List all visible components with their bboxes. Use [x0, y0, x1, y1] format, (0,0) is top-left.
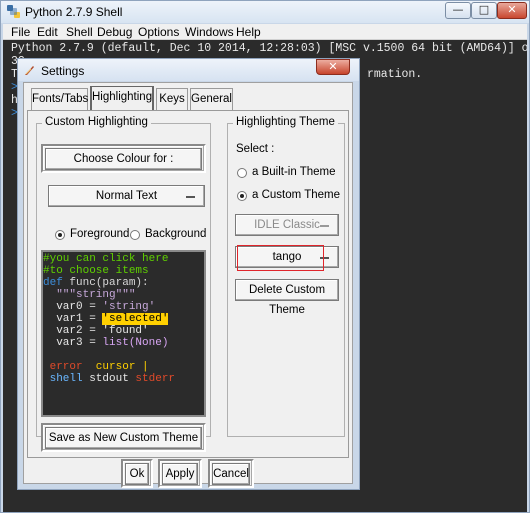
- tab-fonts-tabs[interactable]: Fonts/Tabs: [31, 88, 88, 110]
- dialog-close-button[interactable]: ✕: [316, 59, 350, 75]
- sample-string[interactable]: 'string': [102, 301, 155, 313]
- sample-stderr[interactable]: stderr: [129, 373, 175, 385]
- foreground-label: Foreground: [70, 228, 130, 240]
- cancel-frame: Cancel: [208, 459, 254, 488]
- menu-windows[interactable]: Windows: [185, 25, 234, 39]
- highlighting-panel: Custom Highlighting Choose Colour for : …: [27, 110, 349, 458]
- sample-string[interactable]: """string""": [43, 289, 135, 301]
- console-line: rmation.: [367, 68, 423, 81]
- tab-highlighting[interactable]: Highlighting: [90, 86, 154, 110]
- background-radio[interactable]: [130, 230, 140, 240]
- menu-file[interactable]: File: [11, 25, 30, 39]
- sample-shell[interactable]: shell: [43, 373, 83, 385]
- sample-found[interactable]: 'found': [102, 325, 148, 337]
- apply-button[interactable]: Apply: [162, 463, 198, 485]
- sample-comment[interactable]: #you can click here: [43, 253, 168, 265]
- tab-keys[interactable]: Keys: [156, 88, 188, 110]
- sample-cursor[interactable]: cursor |: [83, 361, 149, 373]
- python-icon: [7, 5, 20, 18]
- sample-normal-text[interactable]: var1 =: [43, 313, 102, 325]
- highlight-sample-text[interactable]: #you can click here #to choose items def…: [41, 250, 206, 417]
- menu-bar: File Edit Shell Debug Options Windows He…: [3, 24, 527, 40]
- sample-stdout[interactable]: stdout: [83, 373, 129, 385]
- menu-options[interactable]: Options: [138, 25, 179, 39]
- sample-def-line: def func(param):: [43, 277, 149, 289]
- custom-theme-radio[interactable]: [237, 191, 247, 201]
- dropdown-arrow-icon: [186, 196, 195, 198]
- menu-shell[interactable]: Shell: [66, 25, 93, 39]
- custom-highlighting-group: Custom Highlighting Choose Colour for : …: [36, 116, 211, 452]
- maximize-button[interactable]: □: [471, 2, 497, 19]
- element-dropdown-value: Normal Text: [95, 190, 158, 202]
- highlighting-theme-label: Highlighting Theme: [233, 116, 338, 128]
- menu-help[interactable]: Help: [236, 25, 261, 39]
- tango-highlight-box: [237, 245, 324, 271]
- settings-dialog: Settings ✕ Fonts/Tabs Highlighting Keys …: [17, 58, 360, 490]
- sample-normal-text[interactable]: var3 =: [43, 337, 102, 349]
- select-label: Select :: [236, 143, 275, 155]
- sample-var3-line: var3 = list(None): [43, 337, 168, 349]
- sample-builtin[interactable]: list: [102, 337, 128, 349]
- builtin-theme-radio[interactable]: [237, 168, 247, 178]
- highlighting-theme-group: Highlighting Theme Select : a Built-in T…: [227, 116, 345, 437]
- background-label: Background: [145, 228, 207, 240]
- shell-title: Python 2.7.9 Shell: [25, 5, 123, 19]
- console-banner: Python 2.7.9 (default, Dec 10 2014, 12:2…: [11, 42, 527, 55]
- sample-var2-line: var2 = 'found': [43, 325, 148, 337]
- builtin-theme-label: a Built-in Theme: [252, 166, 336, 178]
- sample-error[interactable]: error: [43, 361, 83, 373]
- foreground-radio[interactable]: [55, 230, 65, 240]
- builtin-theme-dropdown[interactable]: IDLE Classic: [235, 214, 339, 236]
- element-dropdown[interactable]: Normal Text: [48, 185, 205, 207]
- menu-edit[interactable]: Edit: [37, 25, 58, 39]
- feather-icon: [25, 66, 34, 75]
- minimize-button[interactable]: —: [445, 2, 471, 19]
- ok-frame: Ok: [121, 459, 153, 488]
- dropdown-arrow-icon: [320, 225, 329, 227]
- choose-colour-frame: Choose Colour for :: [41, 144, 206, 173]
- sample-normal-text[interactable]: var0 =: [43, 301, 102, 313]
- sample-shell-line: shell stdout stderr: [43, 373, 175, 385]
- sample-builtin-args[interactable]: (None): [129, 337, 169, 349]
- save-custom-theme-button[interactable]: Save as New Custom Theme: [45, 427, 202, 449]
- sample-selected[interactable]: 'selected': [102, 313, 169, 325]
- apply-frame: Apply: [158, 459, 202, 488]
- sample-comment[interactable]: #to choose items: [43, 265, 149, 277]
- choose-colour-button[interactable]: Choose Colour for :: [45, 148, 202, 170]
- menu-debug[interactable]: Debug: [97, 25, 132, 39]
- sample-definition[interactable]: func(param):: [63, 277, 148, 289]
- dialog-body: Fonts/Tabs Highlighting Keys General Cus…: [23, 82, 353, 488]
- shell-titlebar[interactable]: Python 2.7.9 Shell — □ ✕: [1, 1, 529, 23]
- sample-normal-text[interactable]: var2 =: [43, 325, 102, 337]
- sample-var1-line: var1 = 'selected': [43, 313, 169, 325]
- sample-var0-line: var0 = 'string': [43, 301, 155, 313]
- custom-highlighting-label: Custom Highlighting: [42, 116, 151, 128]
- save-theme-frame: Save as New Custom Theme: [41, 423, 206, 452]
- cancel-button[interactable]: Cancel: [212, 463, 250, 485]
- delete-custom-theme-button[interactable]: Delete Custom Theme: [235, 279, 339, 316]
- tab-general[interactable]: General: [190, 88, 233, 110]
- custom-theme-label: a Custom Theme: [252, 189, 340, 201]
- sample-error-line: error cursor |: [43, 361, 149, 373]
- close-button[interactable]: ✕: [497, 2, 527, 19]
- dialog-footer: Ok Apply Cancel: [24, 459, 352, 488]
- ok-button[interactable]: Ok: [125, 463, 149, 485]
- dialog-title: Settings: [41, 64, 85, 78]
- dialog-titlebar[interactable]: Settings ✕: [18, 59, 359, 81]
- builtin-theme-value: IDLE Classic: [254, 219, 320, 231]
- sample-keyword[interactable]: def: [43, 277, 63, 289]
